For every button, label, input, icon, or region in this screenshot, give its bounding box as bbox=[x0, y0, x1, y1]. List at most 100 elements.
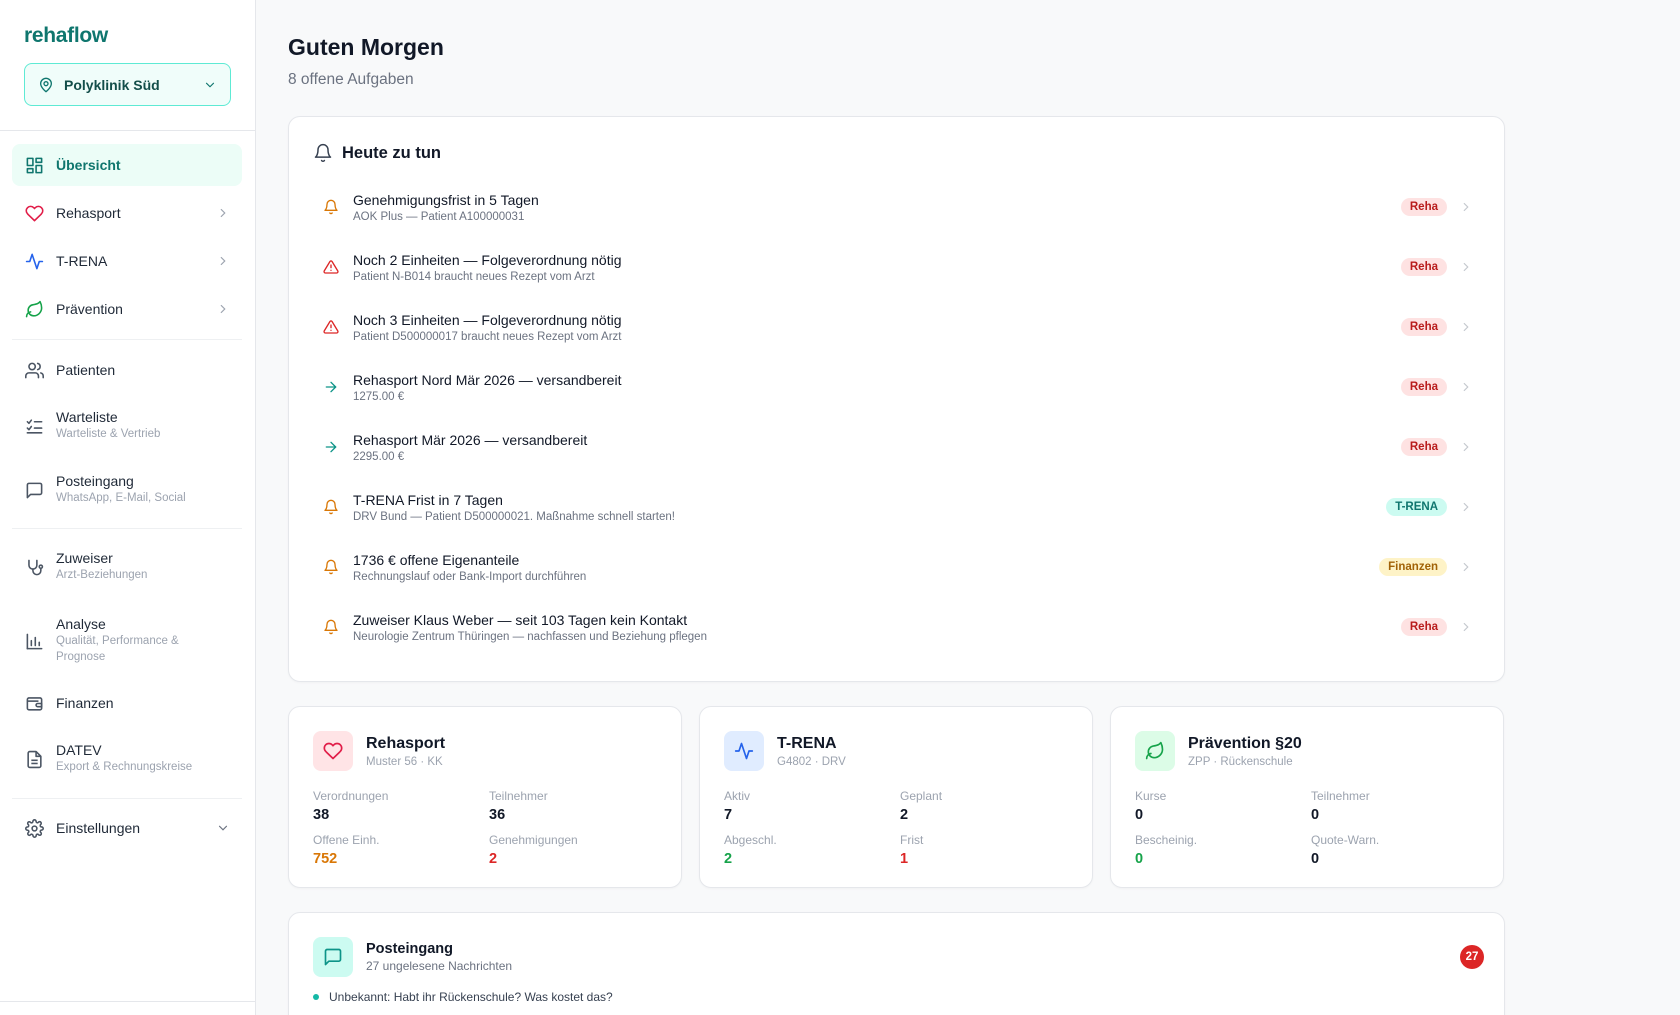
task-row[interactable]: Zuweiser Klaus Weber — seit 103 Tagen ke… bbox=[313, 599, 1483, 655]
task-row[interactable]: 1736 € offene Eigenanteile Rechnungslauf… bbox=[313, 539, 1483, 595]
task-row[interactable]: Rehasport Nord Mär 2026 — versandbereit … bbox=[313, 359, 1483, 415]
task-row[interactable]: Noch 3 Einheiten — Folgeverordnung nötig… bbox=[313, 299, 1483, 355]
category-badge: Reha bbox=[1400, 198, 1447, 216]
location-selector[interactable]: Polyklinik Süd bbox=[24, 63, 231, 106]
file-text-icon bbox=[24, 749, 44, 769]
sidebar-item-sublabel: Qualität, Performance & Prognose bbox=[56, 635, 179, 663]
sidebar-item-label: Finanzen bbox=[56, 695, 114, 711]
sidebar-item-einstellungen[interactable]: Einstellungen bbox=[12, 807, 242, 849]
sidebar-divider bbox=[12, 798, 242, 799]
stat-value: 0 bbox=[1311, 851, 1320, 867]
bell-icon bbox=[324, 499, 338, 515]
stat-label: Verordnungen bbox=[313, 789, 389, 803]
sidebar-item-label: DATEV bbox=[56, 742, 102, 759]
unread-count-badge: 27 bbox=[1460, 945, 1484, 969]
sidebar-item-label: Zuweiser bbox=[56, 550, 113, 567]
sidebar-item-sublabel: Export & Rechnungskreise bbox=[56, 761, 193, 774]
inbox-card[interactable]: Posteingang 27 ungelesene Nachrichten 27… bbox=[288, 912, 1505, 1015]
chevron-right-icon bbox=[1463, 262, 1469, 272]
module-card-rehasport[interactable]: Rehasport Muster 56 · KK Verordnungen 38… bbox=[288, 706, 682, 888]
chevron-down-icon bbox=[218, 825, 228, 831]
checklist-icon bbox=[24, 416, 44, 436]
module-subtitle: G4802 · DRV bbox=[777, 755, 846, 768]
stat-value: 2 bbox=[489, 851, 498, 867]
module-card-praevention[interactable]: Prävention §20 ZPP · Rückenschule Kurse … bbox=[1110, 706, 1504, 888]
sidebar-item-label: Einstellungen bbox=[56, 820, 141, 836]
module-subtitle: Muster 56 · KK bbox=[366, 755, 443, 768]
page-title: Guten Morgen bbox=[288, 34, 444, 60]
task-title: Noch 3 Einheiten — Folgeverordnung nötig bbox=[353, 311, 622, 328]
task-subtitle: DRV Bund — Patient D500000021. Maßnahme … bbox=[353, 510, 675, 523]
task-row[interactable]: Noch 2 Einheiten — Folgeverordnung nötig… bbox=[313, 239, 1483, 295]
task-subtitle: AOK Plus — Patient A100000031 bbox=[353, 210, 525, 223]
task-subtitle: Patient N-B014 braucht neues Rezept vom … bbox=[353, 270, 595, 283]
sidebar-item-datev[interactable]: DATEV Export & Rechnungskreise bbox=[12, 737, 242, 781]
sidebar-item-trena[interactable]: T-RENA bbox=[12, 240, 242, 282]
sidebar-item-sublabel: WhatsApp, E-Mail, Social bbox=[56, 492, 186, 505]
sidebar-item-sublabel: Warteliste & Vertrieb bbox=[56, 428, 161, 441]
module-card-trena[interactable]: T-RENA G4802 · DRV Aktiv 7 Geplant 2 Abg… bbox=[699, 706, 1093, 888]
task-subtitle: Patient D500000017 braucht neues Rezept … bbox=[353, 330, 622, 343]
task-row[interactable]: Rehasport Mär 2026 — versandbereit 2295.… bbox=[313, 419, 1483, 475]
task-title: Rehasport Mär 2026 — versandbereit bbox=[353, 431, 588, 448]
task-row[interactable]: T-RENA Frist in 7 Tagen DRV Bund — Patie… bbox=[313, 479, 1483, 535]
stat-value: 0 bbox=[1135, 851, 1144, 867]
chevron-right-icon bbox=[1463, 202, 1469, 212]
sidebar-item-praevention[interactable]: Prävention bbox=[12, 288, 242, 330]
inbox-message-preview[interactable]: Unbekannt: Habt ihr Rückenschule? Was ko… bbox=[313, 990, 613, 1004]
bell-icon bbox=[324, 199, 338, 215]
users-icon bbox=[24, 360, 44, 380]
sidebar: rehaflow Polyklinik Süd Übersicht Rehasp… bbox=[0, 0, 256, 1015]
stat-frist: Frist 1 bbox=[900, 833, 923, 867]
stat-label: Aktiv bbox=[724, 789, 751, 803]
inbox-subtitle: 27 ungelesene Nachrichten bbox=[366, 959, 513, 973]
arrow-right-icon bbox=[325, 381, 337, 393]
leaf-icon bbox=[1135, 731, 1175, 771]
stat-teilnehmer: Teilnehmer 0 bbox=[1311, 789, 1370, 823]
task-row[interactable]: Genehmigungsfrist in 5 Tagen AOK Plus — … bbox=[313, 179, 1483, 235]
sidebar-divider bbox=[12, 528, 242, 529]
category-badge: Reha bbox=[1400, 378, 1447, 396]
heart-icon bbox=[313, 731, 353, 771]
sidebar-item-label: Analyse bbox=[56, 616, 106, 633]
sidebar-item-analyse[interactable]: Analyse Qualität, Performance & Prognose bbox=[12, 613, 242, 669]
task-title: Genehmigungsfrist in 5 Tagen bbox=[353, 191, 539, 208]
sidebar-item-patienten[interactable]: Patienten bbox=[12, 349, 242, 391]
stat-value: 7 bbox=[724, 807, 733, 823]
location-label: Polyklinik Süd bbox=[64, 76, 160, 93]
page-subtitle: 8 offene Aufgaben bbox=[288, 71, 414, 88]
todo-title: Heute zu tun bbox=[342, 143, 441, 162]
sidebar-item-uebersicht[interactable]: Übersicht bbox=[12, 144, 242, 186]
stat-label: Teilnehmer bbox=[1311, 789, 1370, 803]
sidebar-item-finanzen[interactable]: Finanzen bbox=[12, 682, 242, 724]
category-badge: Reha bbox=[1400, 438, 1447, 456]
sidebar-item-warteliste[interactable]: Warteliste Warteliste & Vertrieb bbox=[12, 404, 242, 448]
gear-icon bbox=[24, 818, 44, 838]
sidebar-item-rehasport[interactable]: Rehasport bbox=[12, 192, 242, 234]
module-header: Prävention §20 ZPP · Rückenschule bbox=[1135, 731, 1302, 771]
warning-icon bbox=[323, 260, 339, 274]
message-square-icon bbox=[24, 480, 44, 500]
sidebar-item-posteingang[interactable]: Posteingang WhatsApp, E-Mail, Social bbox=[12, 468, 242, 512]
leaf-icon bbox=[24, 299, 44, 319]
task-subtitle: Neurologie Zentrum Thüringen — nachfasse… bbox=[353, 630, 707, 643]
sidebar-item-label: T-RENA bbox=[56, 253, 108, 269]
chevron-right-icon bbox=[1463, 562, 1469, 572]
stat-label: Teilnehmer bbox=[489, 789, 548, 803]
stat-label: Bescheinig. bbox=[1135, 833, 1198, 847]
stat-label: Offene Einh. bbox=[313, 833, 380, 847]
stat-value: 0 bbox=[1135, 807, 1144, 823]
sidebar-item-zuweiser[interactable]: Zuweiser Arzt-Beziehungen bbox=[12, 545, 242, 589]
task-subtitle: Rechnungslauf oder Bank-Import durchführ… bbox=[353, 570, 587, 583]
sidebar-divider bbox=[0, 1001, 256, 1002]
arrow-right-icon bbox=[325, 441, 337, 453]
stat-value: 2 bbox=[900, 807, 909, 823]
chevron-right-icon bbox=[1463, 622, 1469, 632]
map-pin-icon bbox=[40, 77, 52, 92]
chevron-right-icon bbox=[1463, 382, 1469, 392]
task-title: Noch 2 Einheiten — Folgeverordnung nötig bbox=[353, 251, 622, 268]
chevron-right-icon bbox=[220, 256, 226, 266]
bell-icon bbox=[324, 559, 338, 575]
brand-logo[interactable]: rehaflow bbox=[24, 24, 108, 48]
stat-label: Kurse bbox=[1135, 789, 1167, 803]
